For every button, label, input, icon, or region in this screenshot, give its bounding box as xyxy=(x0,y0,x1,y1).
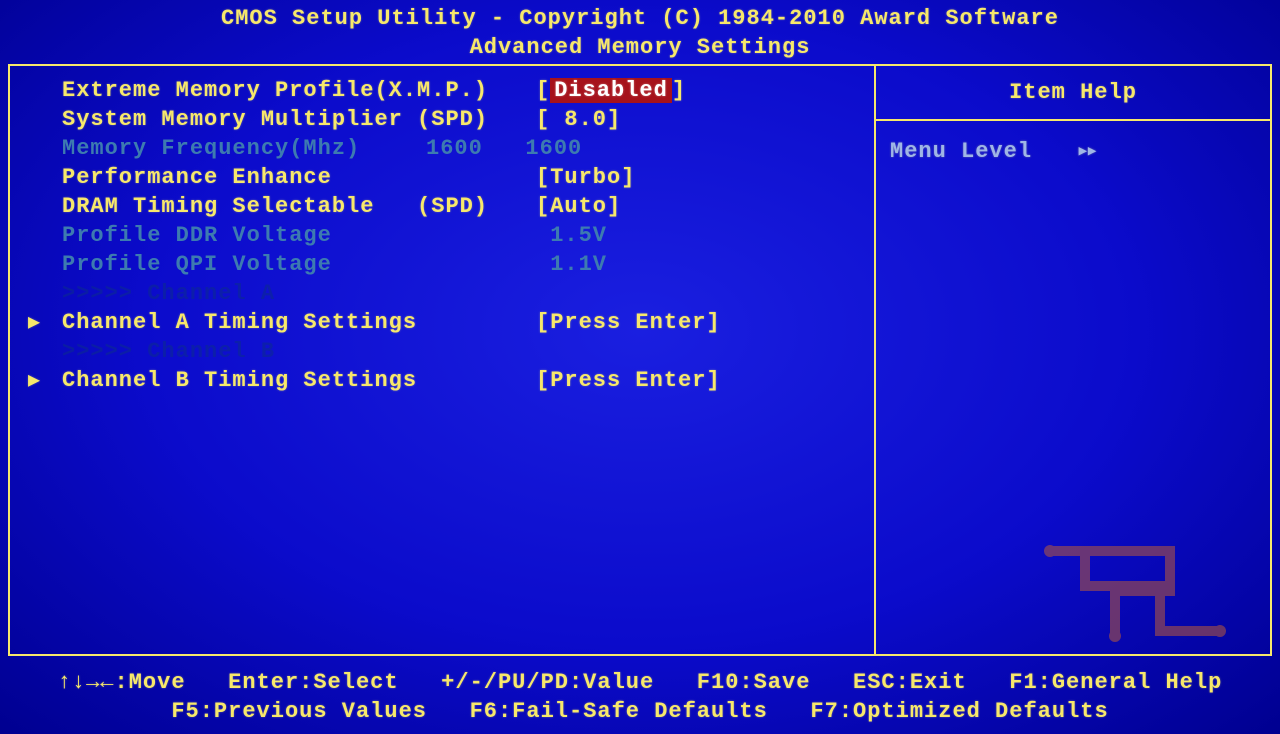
settings-panel: Extreme Memory Profile(X.M.P.) [Disabled… xyxy=(10,66,876,654)
submenu-channel-a-timing[interactable]: ▶ Channel A Timing Settings [Press Enter… xyxy=(28,308,866,337)
label: Performance Enhance xyxy=(62,163,536,192)
value: [Press Enter] xyxy=(536,366,721,395)
help-title: Item Help xyxy=(876,66,1270,121)
glyph-none xyxy=(28,222,62,251)
glyph-none xyxy=(28,77,62,106)
glyph-none xyxy=(28,251,62,280)
value: [Press Enter] xyxy=(536,308,721,337)
glyph-none xyxy=(28,164,62,193)
glyph-none xyxy=(28,106,62,135)
menu-level-depth-icon: ▸▸ xyxy=(1076,139,1095,164)
submenu-arrow-icon: ▶ xyxy=(28,367,62,396)
label: Memory Frequency(Mhz) xyxy=(62,134,426,163)
glyph-none xyxy=(28,193,62,222)
info-mem-frequency: Memory Frequency(Mhz) 1600 1600 xyxy=(28,134,866,163)
label: Profile DDR Voltage xyxy=(62,221,536,250)
key-legend-line-2: F5:Previous Values F6:Fail-Safe Defaults… xyxy=(8,697,1272,726)
label: DRAM Timing Selectable (SPD) xyxy=(62,192,536,221)
help-body: Menu Level ▸▸ xyxy=(876,121,1270,182)
title-bar: CMOS Setup Utility - Copyright (C) 1984-… xyxy=(0,0,1280,62)
copyright-line: CMOS Setup Utility - Copyright (C) 1984-… xyxy=(0,4,1280,33)
value: 1600 1600 xyxy=(426,134,582,163)
divider-channel-b: >>>>> Channel B xyxy=(28,337,866,366)
label: System Memory Multiplier (SPD) xyxy=(62,105,536,134)
glyph-none xyxy=(28,135,62,164)
value: 1.5V xyxy=(536,221,607,250)
label: Profile QPI Voltage xyxy=(62,250,536,279)
label: Extreme Memory Profile(X.M.P.) xyxy=(62,76,536,105)
screen-title: Advanced Memory Settings xyxy=(0,33,1280,62)
key-legend: ↑↓→←:Move Enter:Select +/-/PU/PD:Value F… xyxy=(8,662,1272,726)
menu-level-label: Menu Level xyxy=(890,139,1032,164)
setting-xmp[interactable]: Extreme Memory Profile(X.M.P.) [Disabled… xyxy=(28,76,866,105)
divider-channel-a: >>>>> Channel A xyxy=(28,279,866,308)
value: [Turbo] xyxy=(536,163,635,192)
label: Channel B Timing Settings xyxy=(62,366,536,395)
glyph-none xyxy=(28,338,62,367)
info-qpi-voltage: Profile QPI Voltage 1.1V xyxy=(28,250,866,279)
setting-perf-enhance[interactable]: Performance Enhance [Turbo] xyxy=(28,163,866,192)
value: 1.1V xyxy=(536,250,607,279)
setting-mem-multiplier[interactable]: System Memory Multiplier (SPD) [ 8.0] xyxy=(28,105,866,134)
value: [Disabled] xyxy=(536,76,686,105)
label: >>>>> Channel A xyxy=(62,279,536,308)
label: >>>>> Channel B xyxy=(62,337,536,366)
setting-dram-timing[interactable]: DRAM Timing Selectable (SPD) [Auto] xyxy=(28,192,866,221)
submenu-arrow-icon: ▶ xyxy=(28,309,62,338)
value: [ 8.0] xyxy=(536,105,621,134)
submenu-channel-b-timing[interactable]: ▶ Channel B Timing Settings [Press Enter… xyxy=(28,366,866,395)
help-panel: Item Help Menu Level ▸▸ xyxy=(876,66,1270,654)
info-ddr-voltage: Profile DDR Voltage 1.5V xyxy=(28,221,866,250)
key-legend-line-1: ↑↓→←:Move Enter:Select +/-/PU/PD:Value F… xyxy=(8,668,1272,697)
value: [Auto] xyxy=(536,192,621,221)
label: Channel A Timing Settings xyxy=(62,308,536,337)
glyph-none xyxy=(28,280,62,309)
content-frame: Extreme Memory Profile(X.M.P.) [Disabled… xyxy=(8,64,1272,656)
